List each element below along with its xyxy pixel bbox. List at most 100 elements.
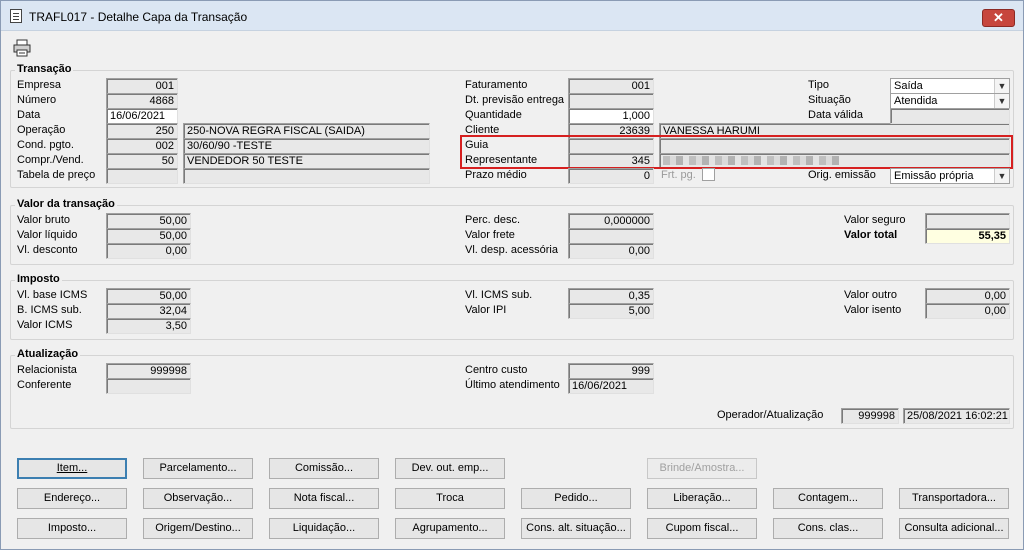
valor-icms-field[interactable]: 3,50: [106, 318, 191, 334]
printer-icon[interactable]: [12, 39, 32, 57]
agrupamento-button[interactable]: Agrupamento...: [395, 518, 505, 539]
chevron-down-icon[interactable]: ▼: [994, 79, 1009, 93]
cupom-fiscal-button[interactable]: Cupom fiscal...: [647, 518, 757, 539]
centro-custo-field[interactable]: 999: [568, 363, 654, 379]
valor-outro-field[interactable]: 0,00: [925, 288, 1010, 304]
pedido-button[interactable]: Pedido...: [521, 488, 631, 509]
imposto-group-title: Imposto: [15, 273, 62, 285]
b-icms-sub-label: B. ICMS sub.: [17, 304, 82, 316]
item-button-label: Item...: [56, 462, 88, 474]
valor-isento-field[interactable]: 0,00: [925, 303, 1010, 319]
valor-frete-label: Valor frete: [465, 229, 515, 241]
data-valida-field[interactable]: [890, 108, 1010, 124]
operacao-desc-field: 250-NOVA REGRA FISCAL (SAIDA): [183, 123, 430, 139]
tipo-value: Saída: [894, 80, 923, 92]
tipo-select[interactable]: Saída ▼: [890, 78, 1010, 94]
dt-previsao-field[interactable]: [568, 93, 654, 109]
perc-desc-field[interactable]: 0,000000: [568, 213, 654, 229]
situacao-select[interactable]: Atendida ▼: [890, 93, 1010, 109]
cond-pgto-code-field[interactable]: 002: [106, 138, 178, 154]
operador-datetime-field[interactable]: 25/08/2021 16:02:21: [903, 408, 1010, 424]
valor-frete-field[interactable]: [568, 228, 654, 244]
valor-outro-label: Valor outro: [844, 289, 897, 301]
empresa-label: Empresa: [17, 79, 62, 91]
chevron-down-icon[interactable]: ▼: [994, 94, 1009, 108]
parcelamento-button[interactable]: Parcelamento...: [143, 458, 253, 479]
operador-label: Operador/Atualização: [717, 409, 824, 421]
comissao-button[interactable]: Comissão...: [269, 458, 379, 479]
vl-base-icms-field[interactable]: 50,00: [106, 288, 191, 304]
compr-vend-label: Compr./Vend.: [17, 154, 84, 166]
origem-destino-button[interactable]: Origem/Destino...: [143, 518, 253, 539]
transportadora-button[interactable]: Transportadora...: [899, 488, 1009, 509]
valor-seguro-label: Valor seguro: [844, 214, 906, 226]
perc-desc-label: Perc. desc.: [465, 214, 521, 226]
valor-total-field[interactable]: 55,35: [925, 228, 1010, 244]
vl-desconto-field[interactable]: 0,00: [106, 243, 191, 259]
transacao-group-title: Transação: [15, 63, 74, 75]
observacao-button[interactable]: Observação...: [143, 488, 253, 509]
cons-clas-button[interactable]: Cons. clas...: [773, 518, 883, 539]
numero-field[interactable]: 4868: [106, 93, 178, 109]
vl-icms-sub-label: Vl. ICMS sub.: [465, 289, 533, 301]
cond-pgto-label: Cond. pgto.: [17, 139, 74, 151]
title-bar: TRAFL017 - Detalhe Capa da Transação ✕: [1, 1, 1023, 31]
item-button[interactable]: Item...: [17, 458, 127, 479]
highlight-box: [460, 135, 1013, 169]
relacionista-field[interactable]: 999998: [106, 363, 191, 379]
endereco-button[interactable]: Endereço...: [17, 488, 127, 509]
tabela-preco-code-field[interactable]: [106, 168, 178, 184]
valor-bruto-field[interactable]: 50,00: [106, 213, 191, 229]
close-button[interactable]: ✕: [982, 9, 1015, 27]
vl-desp-acessoria-field[interactable]: 0,00: [568, 243, 654, 259]
document-icon: [10, 9, 22, 23]
orig-emissao-value: Emissão própria: [894, 170, 974, 182]
transaction-detail-window: TRAFL017 - Detalhe Capa da Transação ✕ T…: [0, 0, 1024, 550]
dev-out-emp-button[interactable]: Dev. out. emp...: [395, 458, 505, 479]
valor-liquido-label: Valor líquido: [17, 229, 78, 241]
faturamento-field[interactable]: 001: [568, 78, 654, 94]
contagem-button[interactable]: Contagem...: [773, 488, 883, 509]
dt-previsao-label: Dt. previsão entrega: [465, 94, 565, 106]
window-title: TRAFL017 - Detalhe Capa da Transação: [29, 10, 248, 24]
b-icms-sub-field[interactable]: 32,04: [106, 303, 191, 319]
quantidade-field[interactable]: 1,000: [568, 108, 654, 124]
data-label: Data: [17, 109, 41, 121]
vl-icms-sub-field[interactable]: 0,35: [568, 288, 654, 304]
chevron-down-icon[interactable]: ▼: [994, 169, 1009, 183]
prazo-medio-field[interactable]: 0: [568, 168, 654, 184]
data-valida-label: Data válida: [808, 109, 864, 121]
operacao-code-field[interactable]: 250: [106, 123, 178, 139]
valor-liquido-field[interactable]: 50,00: [106, 228, 191, 244]
situacao-label: Situação: [808, 94, 851, 106]
cond-pgto-desc-field: 30/60/90 -TESTE: [183, 138, 430, 154]
valor-ipi-field[interactable]: 5,00: [568, 303, 654, 319]
valor-isento-label: Valor isento: [844, 304, 902, 316]
orig-emissao-select[interactable]: Emissão própria ▼: [890, 168, 1010, 184]
brinde-amostra-button[interactable]: Brinde/Amostra...: [647, 458, 757, 479]
nota-fiscal-button[interactable]: Nota fiscal...: [269, 488, 379, 509]
imposto-button[interactable]: Imposto...: [17, 518, 127, 539]
prazo-medio-label: Prazo médio: [465, 169, 527, 181]
vl-desp-acessoria-label: Vl. desp. acessória: [465, 244, 558, 256]
data-field[interactable]: 16/06/2021: [106, 108, 178, 124]
atualizacao-group-title: Atualização: [15, 348, 81, 360]
operador-code-field[interactable]: 999998: [841, 408, 899, 424]
valor-seguro-field[interactable]: [925, 213, 1010, 229]
valor-bruto-label: Valor bruto: [17, 214, 70, 226]
compr-vend-code-field[interactable]: 50: [106, 153, 178, 169]
cons-alt-situacao-button[interactable]: Cons. alt. situação...: [521, 518, 631, 539]
frt-pg-checkbox[interactable]: [702, 168, 715, 181]
conferente-label: Conferente: [17, 379, 72, 391]
conferente-field[interactable]: [106, 378, 191, 394]
troca-button[interactable]: Troca: [395, 488, 505, 509]
ultimo-atendimento-label: Último atendimento: [465, 379, 560, 391]
tabela-preco-label: Tabela de preço: [17, 169, 96, 181]
liberacao-button[interactable]: Liberação...: [647, 488, 757, 509]
ultimo-atendimento-field[interactable]: 16/06/2021: [568, 378, 654, 394]
faturamento-label: Faturamento: [465, 79, 528, 91]
empresa-field[interactable]: 001: [106, 78, 178, 94]
relacionista-label: Relacionista: [17, 364, 77, 376]
consulta-adicional-button[interactable]: Consulta adicional...: [899, 518, 1009, 539]
liquidacao-button[interactable]: Liquidação...: [269, 518, 379, 539]
